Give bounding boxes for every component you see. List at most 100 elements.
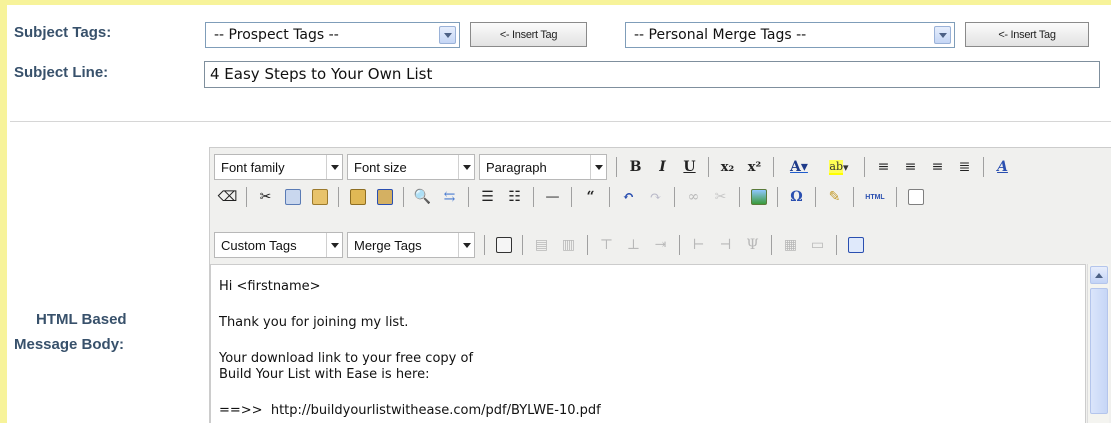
separator — [609, 187, 610, 207]
redo-icon[interactable]: ↷ — [644, 186, 667, 208]
scroll-thumb[interactable] — [1090, 288, 1108, 414]
separator — [533, 187, 534, 207]
cleanup-icon[interactable]: ✎ — [823, 186, 846, 208]
font-size-value: Font size — [354, 160, 407, 175]
paste-text-icon[interactable] — [346, 186, 369, 208]
row-props-icon[interactable]: ▤ — [530, 234, 553, 256]
separator — [522, 235, 523, 255]
separator — [587, 235, 588, 255]
copy-icon[interactable] — [281, 186, 304, 208]
undo-icon[interactable]: ↶ — [617, 186, 640, 208]
insert-merge-tag-button[interactable]: <- Insert Tag — [965, 22, 1089, 47]
separator — [708, 157, 709, 177]
paste-icon[interactable] — [308, 186, 331, 208]
message-body-label-line2: Message Body: — [14, 336, 125, 353]
link-icon[interactable]: ∞ — [682, 186, 705, 208]
divider — [10, 121, 1111, 122]
replace-icon[interactable]: ⇆ — [438, 186, 461, 208]
eraser-icon[interactable]: ⌫ — [216, 186, 239, 208]
styles-icon[interactable]: A — [991, 156, 1014, 178]
separator — [679, 235, 680, 255]
format-select[interactable]: Paragraph — [479, 154, 607, 180]
unlink-icon[interactable]: ✂ — [709, 186, 732, 208]
subscript-icon[interactable]: x₂ — [716, 156, 739, 178]
frame-top — [0, 0, 1111, 5]
subject-line-input[interactable]: 4 Easy Steps to Your Own List — [204, 61, 1100, 88]
insert-table-icon[interactable] — [844, 234, 867, 256]
separator — [777, 187, 778, 207]
separator — [896, 187, 897, 207]
chevron-down-icon — [439, 26, 456, 44]
content-line-3: Your download link to your free copy of — [219, 351, 474, 366]
subject-line-label: Subject Line: — [14, 64, 109, 81]
font-family-select[interactable]: Font family — [214, 154, 343, 180]
merge-tags-toolbar-select[interactable]: Merge Tags — [347, 232, 475, 258]
content-line-4: Build Your List with Ease is here: — [219, 367, 430, 382]
separator — [246, 187, 247, 207]
separator — [771, 235, 772, 255]
separator — [468, 187, 469, 207]
merge-cells-icon[interactable]: ▭ — [806, 234, 829, 256]
custom-tags-value: Custom Tags — [221, 238, 297, 253]
editor-scrollbar[interactable] — [1087, 264, 1109, 423]
cell-props-icon[interactable]: ▥ — [557, 234, 580, 256]
row-after-icon[interactable]: ⊥ — [622, 234, 645, 256]
font-size-select[interactable]: Font size — [347, 154, 475, 180]
delete-row-icon[interactable]: ⇥ — [649, 234, 672, 256]
image-icon[interactable] — [747, 186, 770, 208]
preview-glyph — [907, 189, 924, 205]
insert-prospect-tag-button[interactable]: <- Insert Tag — [470, 22, 587, 47]
superscript-icon[interactable]: x² — [743, 156, 766, 178]
find-icon[interactable]: 🔍 — [411, 186, 434, 208]
bold-button[interactable]: B — [624, 156, 647, 178]
separator — [616, 157, 617, 177]
merge-tags-value: -- Personal Merge Tags -- — [634, 27, 807, 43]
prospect-tags-select[interactable]: -- Prospect Tags -- — [205, 22, 460, 48]
paste-text-glyph — [349, 189, 366, 205]
preview-icon[interactable] — [904, 186, 927, 208]
edit-table-icon[interactable] — [492, 234, 515, 256]
separator — [773, 157, 774, 177]
edit-table-glyph — [495, 237, 512, 253]
underline-button[interactable]: U — [678, 156, 701, 178]
toolbar-row-2: ⌫ ✂ 🔍 ⇆ ☰ ☷ — “ ↶ ↷ ∞ ✂ Ω ✎ HTML — [214, 183, 929, 211]
chevron-down-icon — [934, 26, 951, 44]
separator — [815, 187, 816, 207]
align-justify-icon[interactable]: ≣ — [953, 156, 976, 178]
paste-word-icon[interactable] — [373, 186, 396, 208]
highlight-color-icon[interactable]: ab ▾ — [821, 156, 857, 178]
separator — [836, 235, 837, 255]
text-color-icon[interactable]: A▾ — [781, 156, 817, 178]
blockquote-icon[interactable]: “ — [579, 186, 602, 208]
merge-tags-select[interactable]: -- Personal Merge Tags -- — [625, 22, 955, 48]
chevron-down-icon — [458, 233, 474, 257]
paste-word-glyph — [376, 189, 393, 205]
separator — [853, 187, 854, 207]
editor-content-area[interactable]: Hi <firstname> Thank you for joining my … — [210, 264, 1086, 423]
html-source-icon[interactable]: HTML — [861, 186, 889, 208]
content-line-5: ==>> http://buildyourlistwithease.com/pd… — [219, 403, 601, 418]
separator — [864, 157, 865, 177]
align-center-icon[interactable]: ≡ — [899, 156, 922, 178]
col-after-icon[interactable]: ⊣ — [714, 234, 737, 256]
chevron-down-icon — [590, 155, 606, 179]
content-line-1: Hi <firstname> — [219, 279, 321, 294]
align-right-icon[interactable]: ≡ — [926, 156, 949, 178]
copy-glyph — [284, 189, 301, 205]
delete-col-icon[interactable]: Ψ — [741, 234, 764, 256]
row-before-icon[interactable]: ⊤ — [595, 234, 618, 256]
bullet-list-icon[interactable]: ☰ — [476, 186, 499, 208]
italic-button[interactable]: I — [651, 156, 674, 178]
scroll-up-icon[interactable] — [1090, 266, 1108, 284]
align-left-icon[interactable]: ≡ — [872, 156, 895, 178]
split-cells-icon[interactable]: ▦ — [779, 234, 802, 256]
numbered-list-icon[interactable]: ☷ — [503, 186, 526, 208]
message-body-label-line1: HTML Based — [36, 311, 127, 328]
horizontal-rule-icon[interactable]: — — [541, 186, 564, 208]
special-char-icon[interactable]: Ω — [785, 186, 808, 208]
image-glyph — [750, 189, 767, 205]
insert-table-glyph — [847, 237, 864, 253]
custom-tags-select[interactable]: Custom Tags — [214, 232, 343, 258]
cut-icon[interactable]: ✂ — [254, 186, 277, 208]
col-before-icon[interactable]: ⊢ — [687, 234, 710, 256]
